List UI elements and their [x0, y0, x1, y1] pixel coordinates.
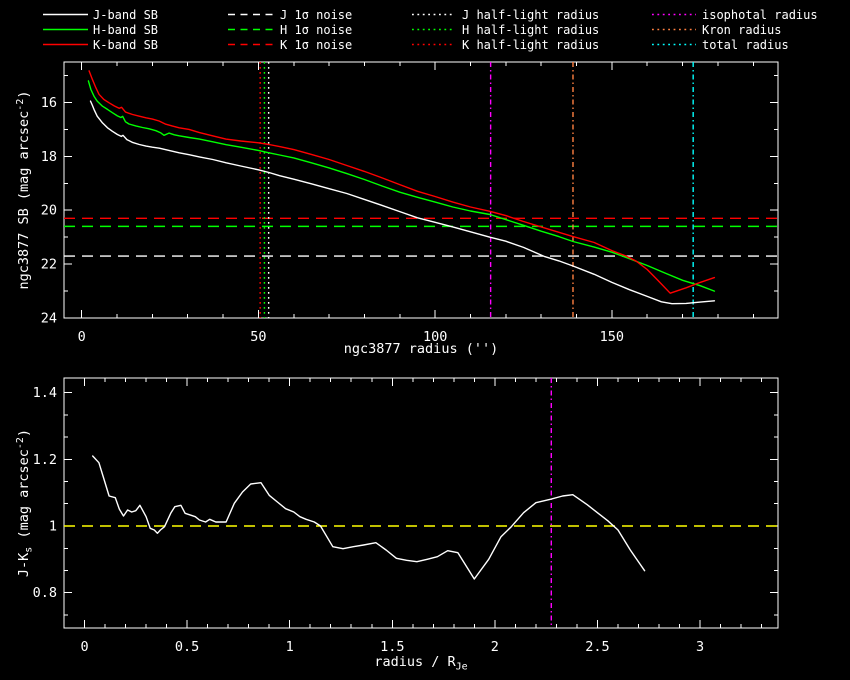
series-k-band-sb — [88, 70, 716, 294]
legend-label: K 1σ noise — [280, 38, 352, 52]
legend-item-j-band-sb: J-band SB — [43, 8, 158, 22]
legend-item-k-1-noise: K 1σ noise — [228, 38, 352, 52]
figure: J-band SB H-band SB K-band SB J 1σ noise H 1… — [0, 0, 850, 680]
legend-item-j-1-noise: J 1σ noise — [228, 8, 352, 22]
plot-frame — [63, 61, 779, 319]
x-tick-label: 2.5 — [585, 639, 609, 655]
legend: J-band SBH-band SBK-band SB J 1σ noiseH 1… — [43, 8, 818, 52]
y-tick-label: 24 — [41, 311, 57, 327]
legend-label: K half-light radius — [462, 38, 599, 52]
x-tick-label: 0.5 — [175, 639, 199, 655]
legend-label: H half-light radius — [462, 23, 599, 37]
legend-label: J half-light radius — [462, 8, 599, 22]
series-j-band-sb — [89, 100, 716, 305]
y-tick-label: 1 — [49, 519, 57, 535]
legend-item-h-band-sb: H-band SB — [43, 23, 158, 37]
y-tick-label: 16 — [41, 95, 57, 111]
legend-label: isophotal radius — [702, 8, 818, 22]
legend-label: Kron radius — [702, 23, 781, 37]
top-panel: 0 50 100 1501618202224ngc3877 SB (mag arcse… — [15, 61, 779, 345]
x-tick-label: 50 — [250, 329, 266, 345]
y-axis-label: ngc3877 SB (mag arcsec-2) — [15, 91, 32, 290]
y-tick-label: 0.8 — [33, 585, 57, 601]
y-tick-label: 22 — [41, 257, 57, 273]
x-tick-label: 2 — [491, 639, 499, 655]
legend-item-h-half-light-radius: H half-light radius — [412, 23, 599, 37]
legend-item-j-half-light-radius: J half-light radius — [412, 8, 599, 22]
x-axis-label: radius / RJe — [374, 654, 467, 673]
y-axis-label: J-Ks (mag arcsec-2) — [15, 429, 35, 577]
legend-label: J-band SB — [93, 8, 158, 22]
y-tick-label: 1.4 — [33, 385, 57, 401]
series-h-band-sb — [87, 80, 716, 292]
y-tick-label: 1.2 — [33, 452, 57, 468]
top-x-axis-label: ngc3877 radius ('') — [344, 341, 498, 357]
legend-label: total radius — [702, 38, 789, 52]
x-tick-label: 3 — [696, 639, 704, 655]
legend-label: H 1σ noise — [280, 23, 352, 37]
legend-item-k-half-light-radius: K half-light radius — [412, 38, 599, 52]
legend-label: J 1σ noise — [280, 8, 352, 22]
y-tick-label: 20 — [41, 203, 57, 219]
x-tick-label: 0 — [80, 639, 88, 655]
x-tick-label: 1 — [286, 639, 294, 655]
legend-item-isophotal-radius: isophotal radius — [652, 8, 818, 22]
x-tick-label: 150 — [600, 329, 624, 345]
series-j-ks-color — [91, 455, 646, 580]
legend-item-k-band-sb: K-band SB — [43, 38, 158, 52]
legend-label: H-band SB — [93, 23, 158, 37]
plot-frame — [63, 377, 779, 629]
chart-canvas: J-band SBH-band SBK-band SB J 1σ noiseH 1… — [15, 8, 818, 673]
x-tick-label: 0 — [78, 329, 86, 345]
legend-item-total-radius: total radius — [652, 38, 789, 52]
legend-label: K-band SB — [93, 38, 158, 52]
legend-item-h-1-noise: H 1σ noise — [228, 23, 352, 37]
y-tick-label: 18 — [41, 149, 57, 165]
x-tick-label: 1.5 — [380, 639, 404, 655]
legend-item-kron-radius: Kron radius — [652, 23, 781, 37]
bottom-panel: 0 0.5 1 1.5 2 2.5 3 0.8 1 1.2 1.4 J-Ks (mag arcsec-… — [15, 377, 779, 673]
